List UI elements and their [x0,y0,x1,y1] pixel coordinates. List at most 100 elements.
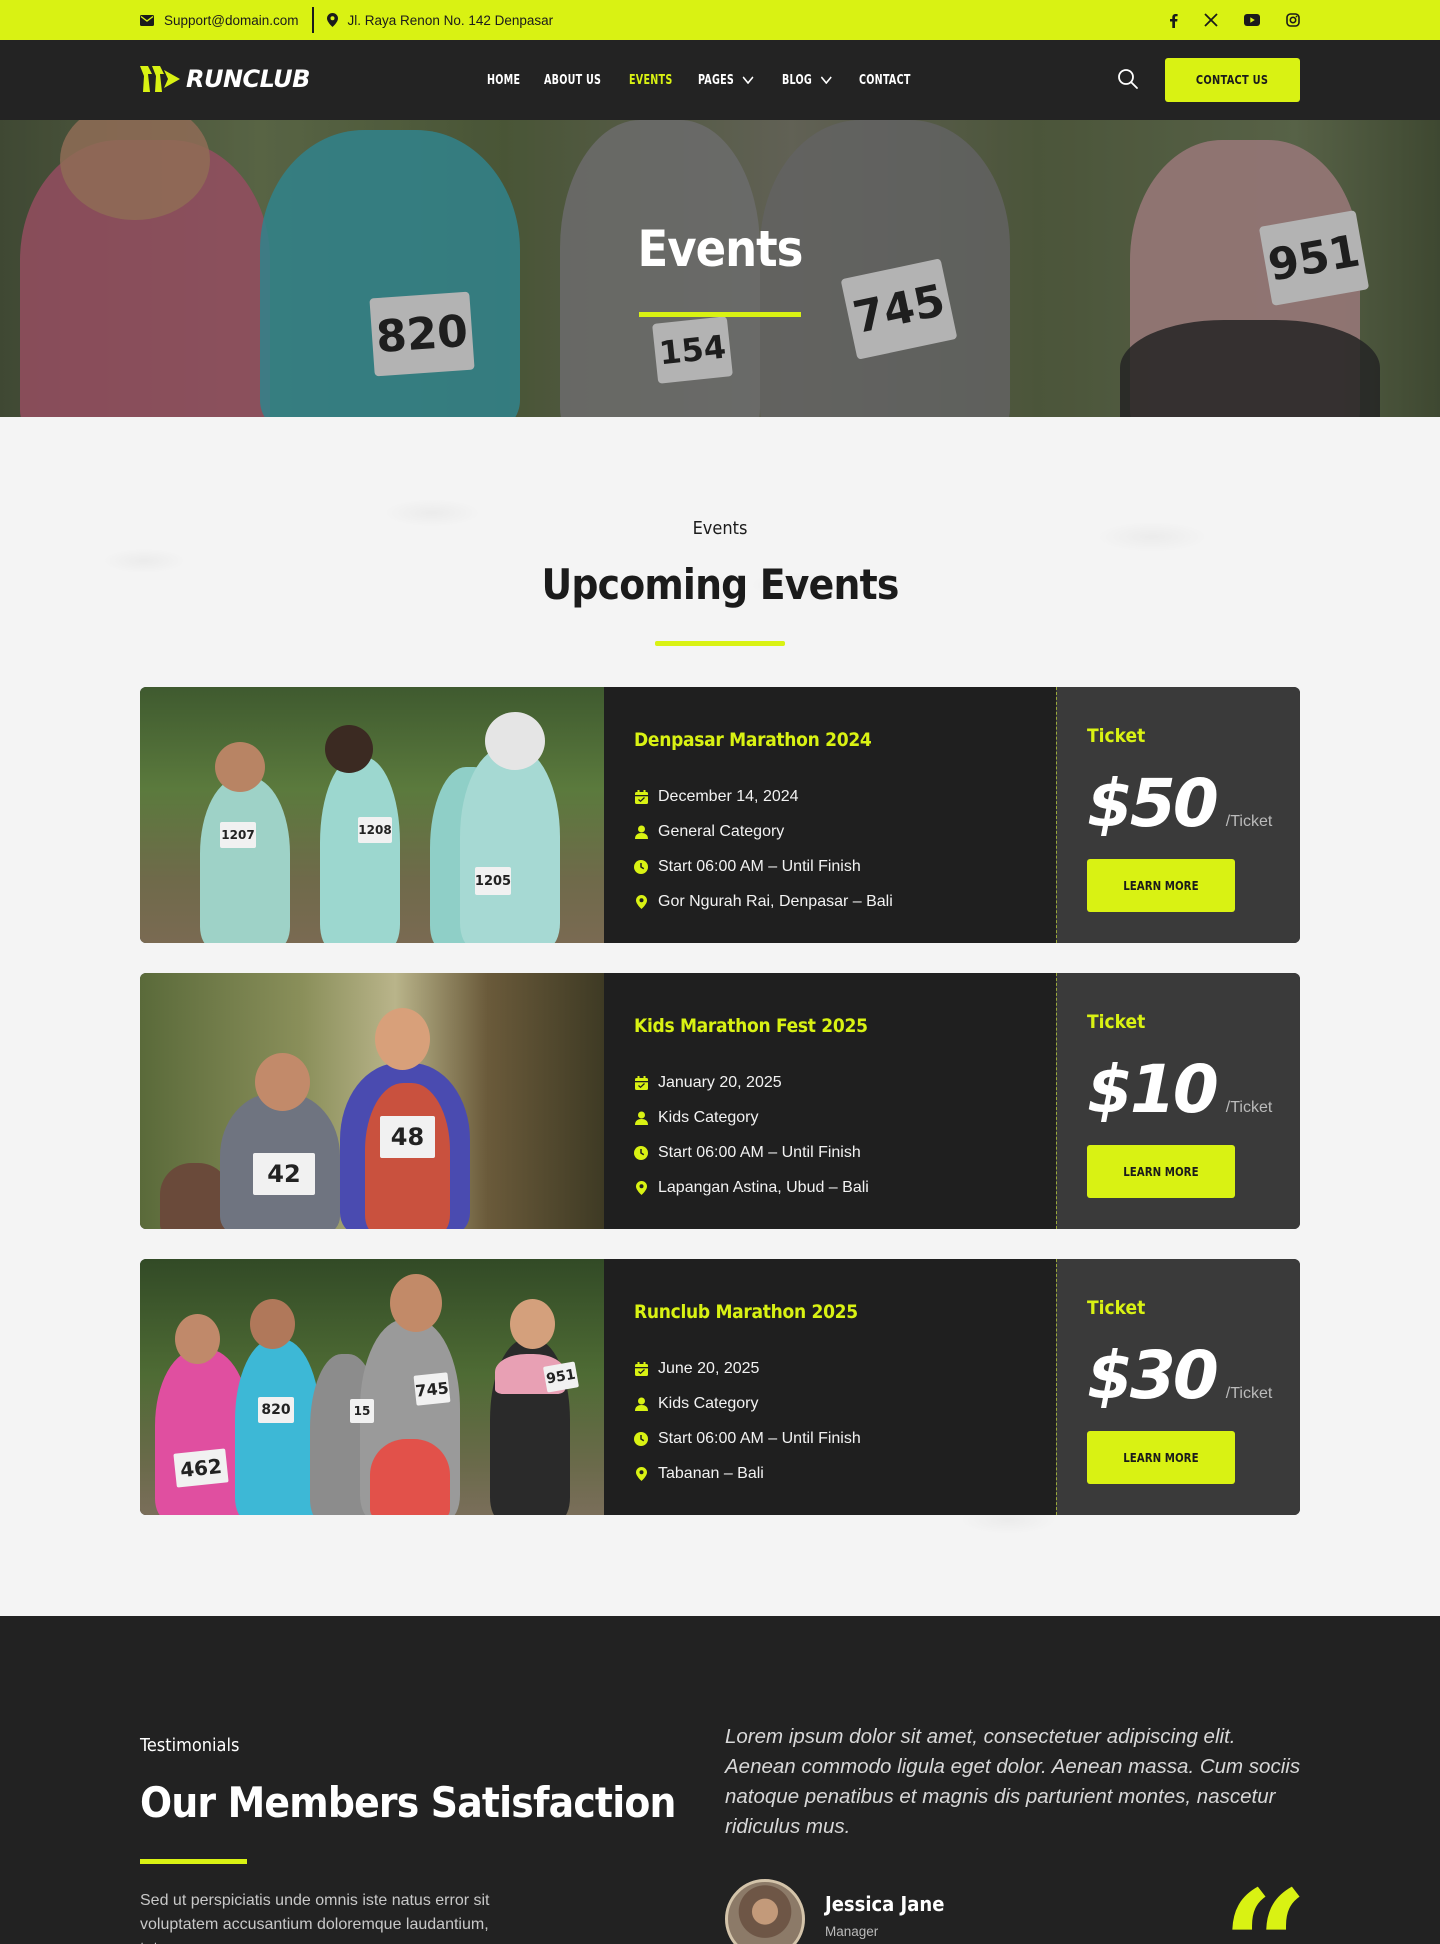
runner-bib: 1208 [358,817,392,843]
chevron-down-icon [820,76,832,84]
nav-contact[interactable]: CONTACT [859,73,911,88]
learn-more-label: LEARN MORE [1123,1164,1199,1179]
instagram-icon[interactable] [1286,13,1300,27]
testimonials-description: Sed ut perspiciatis unde omnis iste natu… [140,1892,490,1944]
email-info[interactable]: Support@domain.com [140,13,299,28]
event-card: 42 48 Kids Marathon Fest 2025 January 20… [140,973,1300,1229]
runner-head [250,1299,295,1349]
event-time-row: Start 06:00 AM – Until Finish [634,1421,861,1456]
event-info: Runclub Marathon 2025 June 20, 2025 Kids… [604,1259,1056,1515]
testimonial-quote: Lorem ipsum dolor sit amet, consectetuer… [725,1725,1301,1838]
price-amount: $30 [1087,1337,1219,1414]
event-details: June 20, 2025 Kids Category Start 06:00 … [634,1351,861,1491]
ticket-price: $10 /Ticket [1087,1051,1272,1128]
event-time: Start 06:00 AM – Until Finish [658,1143,861,1161]
runner-bib: 1205 [475,867,511,895]
map-pin-icon [634,894,648,909]
nav-events[interactable]: EVENTS [629,73,672,88]
runner-bib: 48 [380,1116,435,1158]
event-time-row: Start 06:00 AM – Until Finish [634,1135,869,1170]
testimonials-section: Testimonials Our Members Satisfaction Se… [0,1616,1440,1944]
nav-about-label: ABOUT US [543,72,601,88]
ticket-panel: Ticket $30 /Ticket LEARN MORE [1056,1259,1300,1515]
runner-shape [320,757,400,943]
event-category-row: General Category [634,814,893,849]
nav-blog[interactable]: BLOG [782,73,832,88]
runner-bib: 745 [413,1372,451,1406]
event-category: Kids Category [658,1108,759,1126]
title-underline [639,312,801,317]
clock-icon [634,1145,648,1160]
event-info: Kids Marathon Fest 2025 January 20, 2025… [604,973,1056,1229]
event-date-row: December 14, 2024 [634,779,893,814]
event-info: Denpasar Marathon 2024 December 14, 2024… [604,687,1056,943]
testimonials-title: Our Members Satisfaction [140,1778,676,1827]
map-pin-icon [634,1180,648,1195]
user-icon [634,825,648,839]
site-logo[interactable]: RUNCLUB [140,64,310,94]
calendar-icon [634,1361,648,1376]
event-title[interactable]: Runclub Marathon 2025 [634,1301,858,1323]
topbar-divider [311,7,314,33]
runclub-logo-icon [140,64,180,94]
testimonials-title-underline [140,1859,247,1864]
event-title[interactable]: Kids Marathon Fest 2025 [634,1015,868,1037]
price-unit: /Ticket [1225,1099,1273,1116]
event-time: Start 06:00 AM – Until Finish [658,857,861,875]
runner-bib: 15 [350,1399,374,1423]
event-photo: 42 48 [140,973,604,1229]
event-date: December 14, 2024 [658,787,799,805]
main-navbar: RUNCLUB HOME ABOUT US EVENTS PAGES BLOG … [0,40,1440,120]
price-unit: /Ticket [1225,813,1273,830]
runner-bib: 1207 [220,822,256,848]
nav-home[interactable]: HOME [487,73,520,88]
event-date-row: January 20, 2025 [634,1065,869,1100]
event-category: Kids Category [658,1394,759,1412]
avatar [725,1879,805,1944]
learn-more-button[interactable]: LEARN MORE [1087,1145,1235,1198]
event-category-row: Kids Category [634,1386,861,1421]
ticket-price: $50 /Ticket [1087,765,1272,842]
ticket-price: $30 /Ticket [1087,1337,1272,1414]
social-links [1169,0,1300,40]
event-details: December 14, 2024 General Category Start… [634,779,893,919]
ticket-label: Ticket [1087,725,1146,747]
price-unit: /Ticket [1225,1385,1273,1402]
quote-mark-icon: “ [1222,1871,1308,1944]
learn-more-label: LEARN MORE [1123,1450,1199,1465]
calendar-icon [634,1075,648,1090]
primary-nav: HOME ABOUT US EVENTS PAGES BLOG CONTACT [487,40,911,120]
logo-text: RUNCLUB [186,65,310,93]
runner-head [390,1274,442,1332]
facebook-icon[interactable] [1169,13,1178,28]
event-title[interactable]: Denpasar Marathon 2024 [634,729,872,751]
calendar-icon [634,789,648,804]
nav-about[interactable]: ABOUT US [544,73,601,88]
address-text: Jl. Raya Renon No. 142 Denpasar [347,12,554,28]
nav-pages-label: PAGES [698,72,735,88]
nav-blog-label: BLOG [782,72,813,88]
nav-events-label: EVENTS [629,72,673,88]
email-text: Support@domain.com [164,12,299,28]
ticket-label: Ticket [1087,1011,1146,1033]
runner-shape [460,747,560,943]
search-icon[interactable] [1117,68,1139,90]
runner-head [175,1314,220,1364]
youtube-icon[interactable] [1244,14,1260,26]
event-photo: 462 820 15 745 951 [140,1259,604,1515]
page-hero: 820 154 745 951 Events [0,120,1440,417]
x-twitter-icon[interactable] [1204,13,1218,27]
runner-head [485,712,545,770]
learn-more-button[interactable]: LEARN MORE [1087,859,1235,912]
contact-us-button[interactable]: CONTACT US [1165,58,1300,102]
user-icon [634,1397,648,1411]
nav-pages[interactable]: PAGES [698,73,754,88]
event-date-row: June 20, 2025 [634,1351,861,1386]
contact-us-label: CONTACT US [1196,73,1269,87]
testimonials-subtitle: Testimonials [140,1735,240,1756]
runner-bib: 42 [253,1153,315,1195]
event-time-row: Start 06:00 AM – Until Finish [634,849,893,884]
section-title: Upcoming Events [541,560,899,609]
address-info: Jl. Raya Renon No. 142 Denpasar [326,12,554,28]
learn-more-button[interactable]: LEARN MORE [1087,1431,1235,1484]
